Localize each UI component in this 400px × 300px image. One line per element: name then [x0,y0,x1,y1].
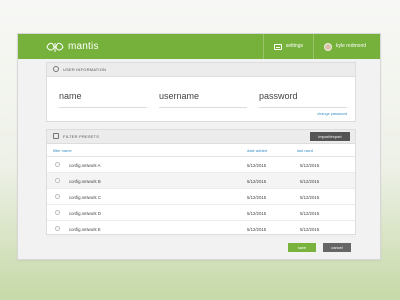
settings-label: settings [285,43,303,49]
row-date-added: 5/12/2015 [247,227,267,232]
table-row[interactable]: config.network D 5/12/2015 5/12/2015 [47,205,355,221]
user-information-panel: USER INFORMATION name username password … [46,62,356,122]
top-nav: settings kyle redmond [262,34,380,59]
table-row[interactable]: config.network A 5/12/2015 5/12/2015 [47,157,355,173]
user-info-icon [53,66,59,72]
table-header: filter name date added last used [47,144,355,157]
avatar [323,42,332,51]
row-name: config.network D [69,211,102,216]
settings-button[interactable]: settings [262,34,313,59]
user-name: kyle redmond [335,43,366,49]
table-row[interactable]: config.network C 5/12/2015 5/12/2015 [47,189,355,205]
row-name: config.network A [69,163,101,168]
row-name: config.network E [69,227,101,232]
row-radio[interactable] [55,194,60,199]
row-date-added: 5/12/2015 [247,163,267,168]
change-password-link[interactable]: change password [317,112,347,116]
import-export-button[interactable]: import/export [310,132,350,141]
table-row[interactable]: config.network E 5/12/2015 5/12/2015 [47,221,355,237]
filter-presets-title: FILTER PRESETS [63,134,100,139]
filter-presets-icon [53,133,59,139]
mantis-logo-icon [46,42,64,52]
table-row[interactable]: config.network B 5/12/2015 5/12/2015 [47,173,355,189]
save-button[interactable]: save [288,243,316,252]
row-date-added: 5/12/2015 [247,179,267,184]
row-radio[interactable] [55,178,60,183]
cancel-button[interactable]: cancel [323,243,351,252]
row-radio[interactable] [55,162,60,167]
row-date-added: 5/12/2015 [247,195,267,200]
row-last-used: 5/12/2015 [300,195,320,200]
row-date-added: 5/12/2015 [247,211,267,216]
filter-presets-panel: FILTER PRESETS import/export filter name… [46,129,356,237]
brand-name: mantis [68,41,99,52]
filter-presets-header: FILTER PRESETS import/export [47,130,355,144]
user-menu-button[interactable]: kyle redmond [312,34,380,59]
password-field[interactable]: password [259,91,347,108]
row-radio[interactable] [55,210,60,215]
name-field[interactable]: name [59,91,147,108]
row-last-used: 5/12/2015 [300,163,320,168]
column-last-used[interactable]: last used [297,148,313,153]
row-radio[interactable] [55,226,60,231]
row-name: config.network B [69,179,101,184]
user-information-header: USER INFORMATION [47,63,355,77]
row-last-used: 5/12/2015 [300,211,320,216]
user-information-title: USER INFORMATION [63,67,107,72]
column-date-added[interactable]: date added [247,148,267,153]
settings-icon [273,43,282,50]
row-name: config.network C [69,195,102,200]
username-field[interactable]: username [159,91,247,108]
column-filter-name[interactable]: filter name [53,148,72,153]
top-bar: mantis settings kyle redmond [18,34,380,59]
row-last-used: 5/12/2015 [300,227,320,232]
row-last-used: 5/12/2015 [300,179,320,184]
